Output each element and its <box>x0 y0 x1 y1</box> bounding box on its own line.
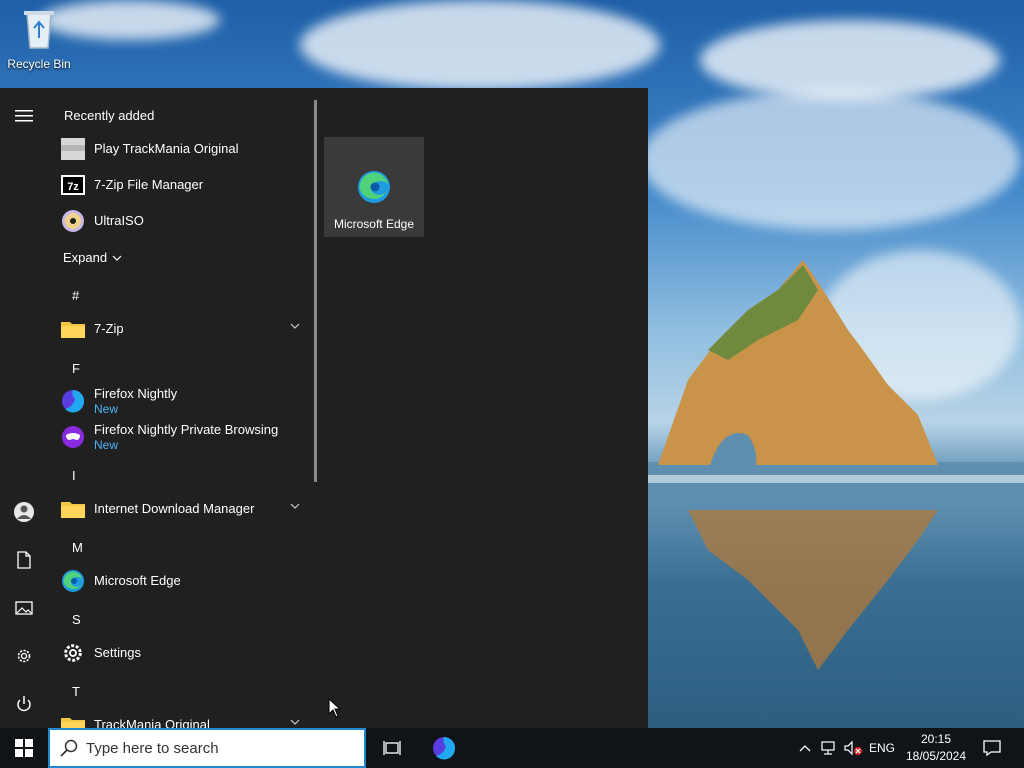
folder-icon <box>60 712 86 728</box>
app-label: Microsoft Edge <box>94 573 181 588</box>
power-button[interactable] <box>0 680 48 728</box>
list-item-settings[interactable]: Settings <box>60 635 306 671</box>
start-menu: Recently added Play TrackMania Original … <box>0 88 648 728</box>
rock-arch-scenery <box>648 260 1024 670</box>
app-list: Recently added Play TrackMania Original … <box>48 88 314 728</box>
group-header-hash[interactable]: # <box>72 288 79 303</box>
app-label: Firefox Nightly Private Browsing New <box>94 422 278 452</box>
settings-rail-button[interactable] <box>0 632 48 680</box>
edge-icon <box>358 171 390 203</box>
pictures-button[interactable] <box>0 584 48 632</box>
list-item-trackmania-folder[interactable]: TrackMania Original <box>60 707 306 728</box>
settings-icon <box>60 640 86 666</box>
list-item-7zip-folder[interactable]: 7-Zip <box>60 311 306 347</box>
volume-muted-icon <box>844 740 862 756</box>
search-icon <box>60 739 78 757</box>
list-item-idm-folder[interactable]: Internet Download Manager <box>60 491 306 527</box>
chevron-down-icon <box>290 719 300 725</box>
group-header-s[interactable]: S <box>72 612 81 627</box>
task-view-button[interactable] <box>372 728 412 768</box>
network-button[interactable] <box>818 728 840 768</box>
new-badge: New <box>94 402 119 416</box>
list-item-trackmania-recent[interactable]: Play TrackMania Original <box>60 131 306 167</box>
search-input[interactable] <box>84 738 338 758</box>
7zip-icon: 7z <box>60 172 86 198</box>
input-language-indicator[interactable]: ENG <box>866 728 898 768</box>
documents-button[interactable] <box>0 536 48 584</box>
app-name: Firefox Nightly <box>94 386 178 401</box>
expand-menu-button[interactable] <box>0 92 48 140</box>
windows-logo-icon <box>15 739 33 757</box>
documents-icon <box>17 551 31 569</box>
taskbar: ENG 20:15 18/05/2024 <box>0 728 1024 768</box>
app-label: Play TrackMania Original <box>94 141 239 156</box>
power-icon <box>17 696 31 712</box>
edge-icon <box>60 568 86 594</box>
network-icon <box>821 741 835 755</box>
volume-button[interactable] <box>842 728 864 768</box>
app-name: Firefox Nightly Private Browsing <box>94 422 279 437</box>
chevron-down-icon <box>112 255 122 261</box>
user-icon <box>14 502 34 522</box>
tile-label: Microsoft Edge <box>333 217 415 231</box>
menu-icon <box>15 110 33 122</box>
expand-label: Expand <box>63 250 108 265</box>
firefox-nightly-icon <box>433 737 456 760</box>
list-item-firefox-nightly[interactable]: Firefox Nightly New <box>60 383 306 419</box>
list-item-firefox-private[interactable]: Firefox Nightly Private Browsing New <box>60 419 306 455</box>
list-item-microsoft-edge[interactable]: Microsoft Edge <box>60 563 306 599</box>
chevron-down-icon <box>290 503 300 509</box>
app-label: TrackMania Original <box>94 717 210 728</box>
pictures-icon <box>15 601 33 615</box>
show-hidden-icons-button[interactable] <box>796 728 814 768</box>
mouse-cursor-icon <box>328 698 342 718</box>
group-header-m[interactable]: M <box>72 540 83 555</box>
clock[interactable]: 20:15 18/05/2024 <box>896 731 976 765</box>
start-rail <box>0 88 48 728</box>
start-button[interactable] <box>0 728 48 768</box>
app-label: 7-Zip <box>94 321 124 336</box>
recycle-bin-label: Recycle Bin <box>7 57 71 71</box>
task-view-icon <box>383 741 401 755</box>
recycle-bin-icon <box>24 11 54 49</box>
firefox-private-icon <box>60 424 86 450</box>
folder-icon <box>60 496 86 522</box>
user-account-button[interactable] <box>0 488 48 536</box>
settings-icon <box>17 649 31 663</box>
expand-recent-button[interactable]: Expand <box>63 250 122 265</box>
group-header-t[interactable]: T <box>72 684 80 699</box>
recently-added-heading: Recently added <box>64 108 155 123</box>
chevron-up-icon <box>799 745 811 752</box>
group-header-i[interactable]: I <box>72 468 76 483</box>
app-label: 7-Zip File Manager <box>94 177 204 192</box>
clock-date: 18/05/2024 <box>905 749 967 763</box>
notification-icon <box>983 740 1001 756</box>
clock-time: 20:15 <box>920 732 952 746</box>
tile-microsoft-edge[interactable]: Microsoft Edge <box>324 137 424 237</box>
chevron-down-icon <box>290 323 300 329</box>
firefox-nightly-icon <box>60 388 86 414</box>
app-label: Internet Download Manager <box>94 501 255 516</box>
folder-icon <box>60 316 86 342</box>
recycle-bin-desktop-icon[interactable]: Recycle Bin <box>6 6 72 76</box>
list-item-7zip-recent[interactable]: 7z 7-Zip File Manager <box>60 167 306 203</box>
list-item-ultraiso-recent[interactable]: UltraISO <box>60 203 306 239</box>
app-label: UltraISO <box>94 213 144 228</box>
app-label: Settings <box>94 645 141 660</box>
new-badge: New <box>94 438 119 452</box>
app-label: Firefox Nightly New <box>94 386 177 416</box>
trackmania-icon <box>60 136 86 162</box>
firefox-nightly-taskbar-button[interactable] <box>422 728 466 768</box>
group-header-f[interactable]: F <box>72 361 80 376</box>
taskbar-search-box[interactable] <box>48 728 366 768</box>
app-list-scrollbar[interactable] <box>314 100 317 482</box>
ultraiso-icon <box>60 208 86 234</box>
svg-text:7z: 7z <box>67 181 79 193</box>
action-center-button[interactable] <box>978 728 1006 768</box>
